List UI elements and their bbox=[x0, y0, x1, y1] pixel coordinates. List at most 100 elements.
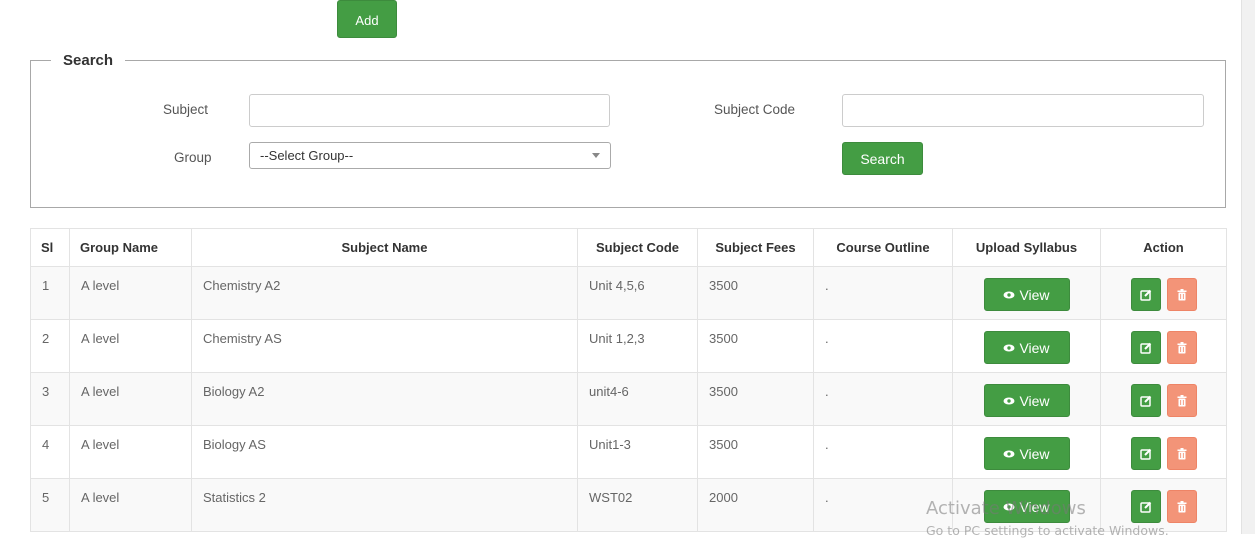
table-row: 3A level Biology A2 unit4-6 3500. View bbox=[30, 372, 1227, 426]
table-row: 5A level Statistics 2 WST02 2000. View bbox=[30, 478, 1227, 532]
delete-button[interactable] bbox=[1166, 384, 1197, 417]
edit-icon bbox=[1139, 501, 1151, 513]
row-group-name: A level bbox=[69, 425, 192, 479]
row-subject-code: Unit 1,2,3 bbox=[577, 319, 698, 373]
row-sl: 5 bbox=[30, 478, 70, 532]
trash-icon bbox=[1177, 447, 1186, 459]
eye-icon bbox=[1003, 291, 1015, 298]
edit-icon bbox=[1139, 395, 1151, 407]
view-label: View bbox=[1019, 286, 1050, 303]
row-subject-name: Chemistry AS bbox=[191, 319, 578, 373]
row-sl: 4 bbox=[30, 425, 70, 479]
trash-icon bbox=[1177, 500, 1186, 512]
edit-button[interactable] bbox=[1130, 384, 1161, 417]
row-sl: 3 bbox=[30, 372, 70, 426]
edit-icon bbox=[1139, 448, 1151, 460]
header-sl: Sl bbox=[30, 228, 70, 267]
header-subject-code: Subject Code bbox=[577, 228, 698, 267]
row-subject-code: WST02 bbox=[577, 478, 698, 532]
trash-icon bbox=[1177, 341, 1186, 353]
view-label: View bbox=[1019, 498, 1050, 515]
view-syllabus-button[interactable]: View bbox=[983, 384, 1070, 417]
edit-icon bbox=[1139, 289, 1151, 301]
row-upload-syllabus: View bbox=[952, 372, 1101, 426]
chevron-down-icon bbox=[592, 153, 600, 158]
delete-button[interactable] bbox=[1166, 490, 1197, 523]
table-row: 4A level Biology AS Unit1-3 3500. View bbox=[30, 425, 1227, 479]
row-group-name: A level bbox=[69, 266, 192, 320]
view-label: View bbox=[1019, 339, 1050, 356]
row-group-name: A level bbox=[69, 478, 192, 532]
row-subject-code: Unit1-3 bbox=[577, 425, 698, 479]
subject-code-label: Subject Code bbox=[714, 102, 796, 117]
header-group-name: Group Name bbox=[69, 228, 192, 267]
row-action bbox=[1100, 478, 1227, 532]
row-action bbox=[1100, 425, 1227, 479]
row-group-name: A level bbox=[69, 319, 192, 373]
view-syllabus-button[interactable]: View bbox=[983, 437, 1070, 470]
search-button[interactable]: Search bbox=[842, 142, 923, 175]
row-sl: 1 bbox=[30, 266, 70, 320]
row-subject-name: Biology AS bbox=[191, 425, 578, 479]
group-select[interactable]: --Select Group-- bbox=[249, 142, 611, 169]
row-subject-code: Unit 4,5,6 bbox=[577, 266, 698, 320]
view-syllabus-button[interactable]: View bbox=[983, 278, 1070, 311]
delete-button[interactable] bbox=[1166, 278, 1197, 311]
header-subject-name: Subject Name bbox=[191, 228, 578, 267]
row-action bbox=[1100, 372, 1227, 426]
subject-code-input[interactable] bbox=[842, 94, 1204, 127]
row-subject-name: Chemistry A2 bbox=[191, 266, 578, 320]
header-course-outline: Course Outline bbox=[813, 228, 953, 267]
row-course-outline: . bbox=[813, 372, 953, 426]
edit-button[interactable] bbox=[1130, 278, 1161, 311]
table-row: 1A level Chemistry A2 Unit 4,5,6 3500. View bbox=[30, 266, 1227, 320]
row-course-outline: . bbox=[813, 478, 953, 532]
row-subject-fees: 3500 bbox=[697, 372, 814, 426]
edit-button[interactable] bbox=[1130, 437, 1161, 470]
view-label: View bbox=[1019, 445, 1050, 462]
search-legend: Search bbox=[63, 52, 114, 69]
search-panel: Search bbox=[30, 52, 1226, 208]
row-course-outline: . bbox=[813, 425, 953, 479]
row-action bbox=[1100, 319, 1227, 373]
header-action: Action bbox=[1100, 228, 1227, 267]
row-subject-fees: 2000 bbox=[697, 478, 814, 532]
row-upload-syllabus: View bbox=[952, 425, 1101, 479]
view-label: View bbox=[1019, 392, 1050, 409]
add-button[interactable]: Add bbox=[337, 0, 397, 38]
row-upload-syllabus: View bbox=[952, 478, 1101, 532]
subjects-table: Sl Group Name Subject Name Subject Code … bbox=[30, 228, 1227, 532]
subject-input[interactable] bbox=[249, 94, 610, 127]
group-select-value: --Select Group-- bbox=[260, 148, 354, 163]
row-upload-syllabus: View bbox=[952, 319, 1101, 373]
row-upload-syllabus: View bbox=[952, 266, 1101, 320]
delete-button[interactable] bbox=[1166, 331, 1197, 364]
header-subject-fees: Subject Fees bbox=[697, 228, 814, 267]
eye-icon bbox=[1003, 344, 1015, 351]
eye-icon bbox=[1003, 397, 1015, 404]
group-label: Group bbox=[174, 150, 212, 165]
row-subject-code: unit4-6 bbox=[577, 372, 698, 426]
row-sl: 2 bbox=[30, 319, 70, 373]
edit-icon bbox=[1139, 342, 1151, 354]
table-header-row: Sl Group Name Subject Name Subject Code … bbox=[30, 228, 1227, 267]
eye-icon bbox=[1003, 450, 1015, 457]
row-course-outline: . bbox=[813, 266, 953, 320]
subject-label: Subject bbox=[163, 102, 209, 117]
table-row: 2A level Chemistry AS Unit 1,2,3 3500. View bbox=[30, 319, 1227, 373]
row-subject-name: Biology A2 bbox=[191, 372, 578, 426]
delete-button[interactable] bbox=[1166, 437, 1197, 470]
header-upload-syllabus: Upload Syllabus bbox=[952, 228, 1101, 267]
row-action bbox=[1100, 266, 1227, 320]
view-syllabus-button[interactable]: View bbox=[983, 331, 1070, 364]
row-subject-fees: 3500 bbox=[697, 425, 814, 479]
row-subject-fees: 3500 bbox=[697, 319, 814, 373]
edit-button[interactable] bbox=[1130, 490, 1161, 523]
row-subject-fees: 3500 bbox=[697, 266, 814, 320]
trash-icon bbox=[1177, 394, 1186, 406]
vertical-scrollbar[interactable] bbox=[1241, 0, 1255, 534]
edit-button[interactable] bbox=[1130, 331, 1161, 364]
row-course-outline: . bbox=[813, 319, 953, 373]
trash-icon bbox=[1177, 288, 1186, 300]
view-syllabus-button[interactable]: View bbox=[983, 490, 1070, 523]
